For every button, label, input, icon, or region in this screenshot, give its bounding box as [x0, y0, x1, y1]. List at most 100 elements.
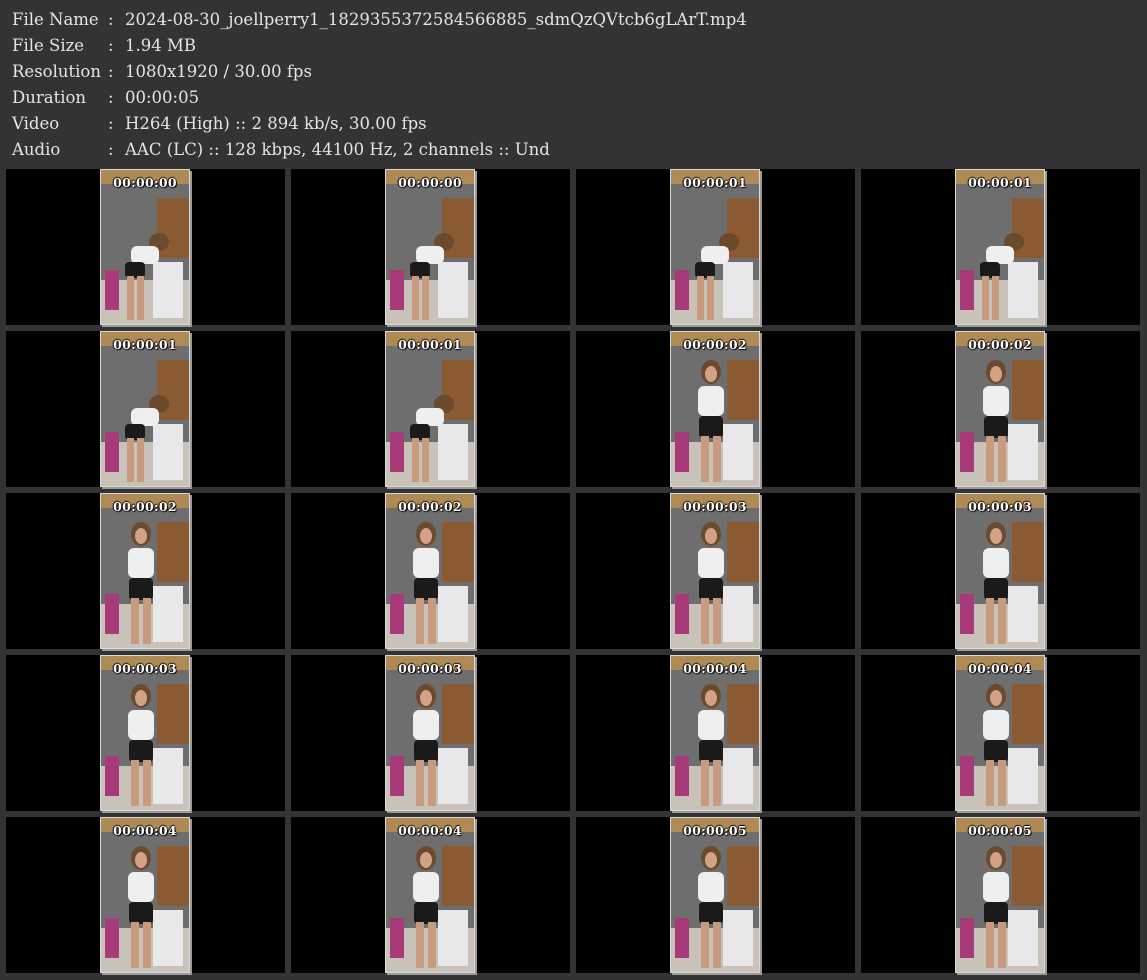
frame-shape: [701, 598, 709, 644]
frame-image: [671, 656, 759, 810]
video-frame-thumbnail: 00:00:05: [670, 817, 760, 973]
info-label: File Name: [12, 10, 99, 29]
frame-shape: [699, 740, 723, 762]
frame-shape: [960, 918, 974, 958]
info-value: AAC (LC) :: 128 kbps, 44100 Hz, 2 channe…: [125, 140, 550, 159]
frame-shape: [153, 910, 183, 966]
thumbnail-cell: 00:00:05: [576, 817, 855, 973]
frame-shape: [105, 270, 119, 310]
info-value: 2024-08-30_joellperry1_18293553725845668…: [125, 10, 747, 29]
frame-shape: [701, 922, 709, 968]
video-frame-thumbnail: 00:00:03: [670, 493, 760, 649]
frame-shape: [960, 756, 974, 796]
info-separator: :: [108, 140, 114, 159]
frame-shape: [129, 740, 153, 762]
frame-shape: [390, 432, 404, 472]
frame-shape: [414, 740, 438, 762]
video-frame-thumbnail: 00:00:04: [100, 817, 190, 973]
frame-image: [386, 332, 474, 486]
frame-timestamp: 00:00:04: [968, 661, 1032, 676]
frame-shape: [675, 756, 689, 796]
frame-shape: [701, 436, 709, 482]
frame-shape: [131, 760, 139, 806]
frame-shape: [416, 408, 444, 426]
frame-shape: [986, 760, 994, 806]
frame-shape: [723, 424, 753, 480]
frame-image: [101, 818, 189, 972]
info-value: 1.94 MB: [125, 36, 197, 55]
frame-shape: [438, 424, 468, 480]
frame-timestamp: 00:00:03: [398, 661, 462, 676]
thumbnail-cell: 00:00:03: [861, 493, 1140, 649]
thumbnail-cell: 00:00:04: [576, 655, 855, 811]
frame-shape: [698, 548, 724, 578]
frame-shape: [986, 922, 994, 968]
frame-shape: [992, 276, 999, 320]
frame-shape: [410, 424, 430, 440]
frame-timestamp: 00:00:00: [113, 175, 177, 190]
frame-shape: [699, 416, 723, 438]
video-frame-thumbnail: 00:00:01: [100, 331, 190, 487]
frame-image: [956, 170, 1044, 324]
frame-shape: [701, 246, 729, 264]
info-label: Duration: [12, 88, 87, 107]
frame-shape: [998, 922, 1006, 968]
frame-shape: [984, 902, 1008, 924]
frame-image: [101, 170, 189, 324]
frame-shape: [705, 852, 717, 868]
frame-shape: [984, 740, 1008, 762]
frame-image: [386, 656, 474, 810]
frame-shape: [128, 548, 154, 578]
video-frame-thumbnail: 00:00:04: [670, 655, 760, 811]
info-value: 1080x1920 / 30.00 fps: [125, 62, 312, 81]
frame-shape: [990, 690, 1002, 706]
info-separator: :: [108, 62, 114, 81]
frame-image: [956, 818, 1044, 972]
frame-image: [671, 332, 759, 486]
frame-shape: [390, 756, 404, 796]
thumbnail-cell: 00:00:00: [291, 169, 570, 325]
frame-shape: [986, 246, 1014, 264]
video-frame-thumbnail: 00:00:00: [385, 169, 475, 325]
frame-shape: [990, 852, 1002, 868]
frame-shape: [442, 684, 474, 744]
frame-shape: [420, 690, 432, 706]
frame-shape: [960, 594, 974, 634]
frame-shape: [980, 262, 1000, 278]
frame-shape: [713, 598, 721, 644]
thumbnail-cell: 00:00:02: [861, 331, 1140, 487]
frame-shape: [410, 262, 430, 278]
frame-image: [101, 332, 189, 486]
thumbnail-cell: 00:00:04: [861, 655, 1140, 811]
frame-shape: [428, 922, 436, 968]
frame-shape: [428, 760, 436, 806]
frame-shape: [413, 548, 439, 578]
frame-shape: [416, 598, 424, 644]
frame-shape: [986, 436, 994, 482]
frame-shape: [125, 424, 145, 440]
frame-shape: [727, 684, 759, 744]
frame-timestamp: 00:00:05: [968, 823, 1032, 838]
frame-shape: [438, 586, 468, 642]
frame-image: [671, 494, 759, 648]
thumbnail-cell: 00:00:01: [861, 169, 1140, 325]
frame-shape: [105, 432, 119, 472]
frame-shape: [413, 710, 439, 740]
frame-shape: [983, 548, 1009, 578]
frame-timestamp: 00:00:01: [968, 175, 1032, 190]
frame-shape: [416, 760, 424, 806]
frame-shape: [705, 366, 717, 382]
frame-shape: [984, 416, 1008, 438]
frame-shape: [143, 598, 151, 644]
frame-shape: [698, 710, 724, 740]
frame-shape: [695, 262, 715, 278]
frame-shape: [153, 262, 183, 318]
info-value: 00:00:05: [125, 88, 200, 107]
frame-image: [956, 494, 1044, 648]
frame-shape: [422, 276, 429, 320]
frame-shape: [412, 438, 419, 482]
frame-shape: [131, 246, 159, 264]
frame-shape: [1012, 684, 1044, 744]
frame-shape: [412, 276, 419, 320]
frame-shape: [982, 276, 989, 320]
